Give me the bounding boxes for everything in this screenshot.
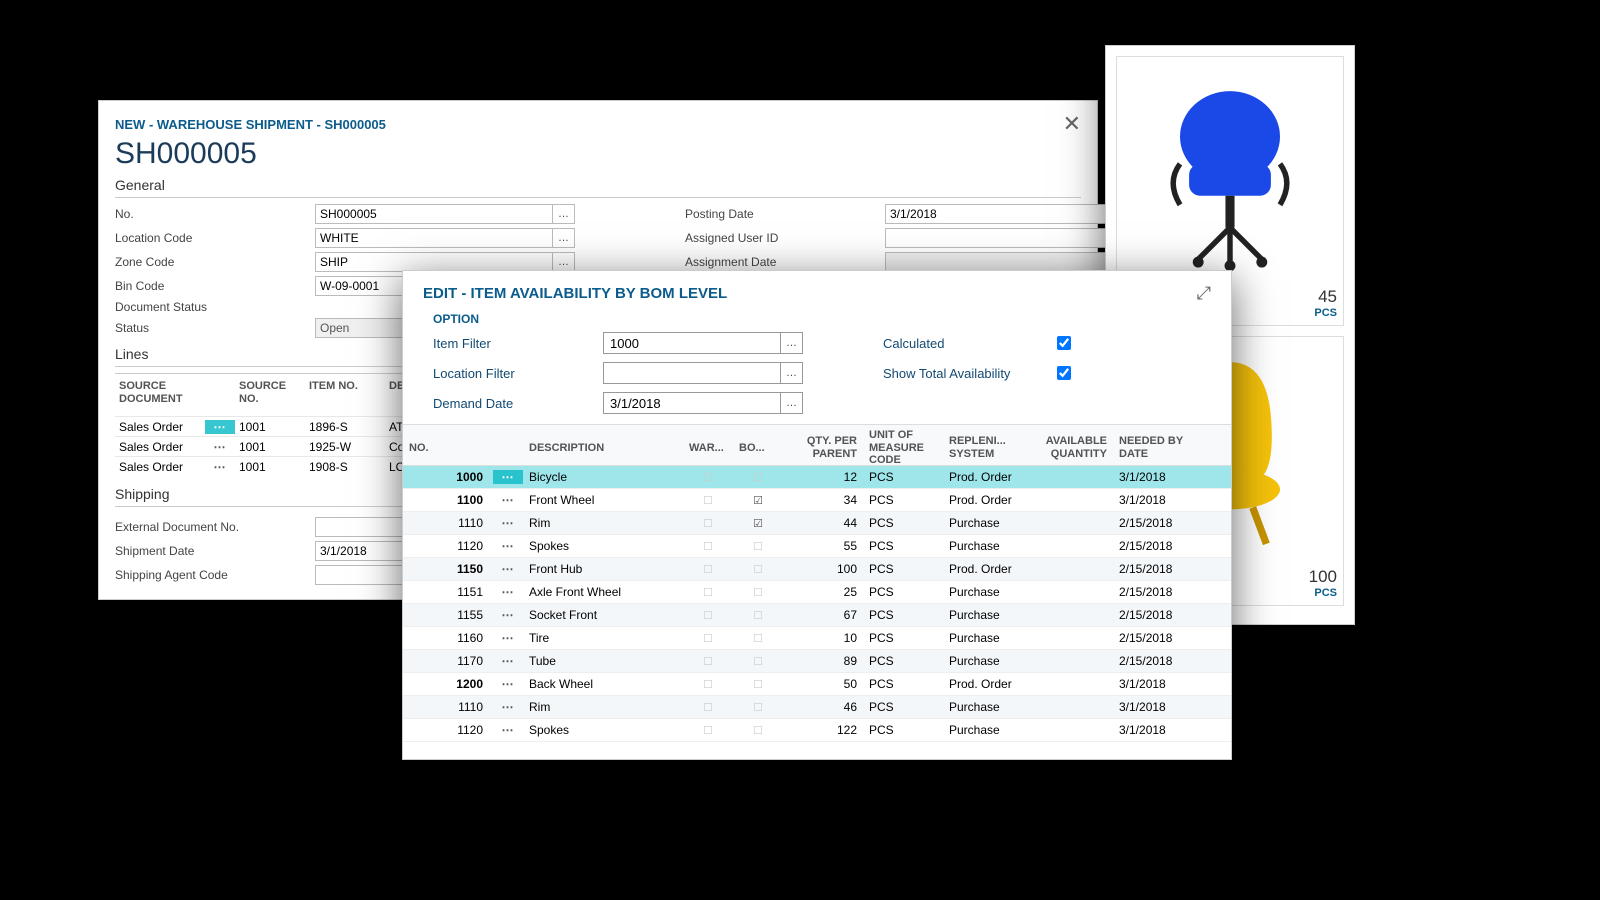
row-menu-icon[interactable]: ⋯: [493, 539, 523, 553]
lookup-icon[interactable]: …: [781, 392, 803, 414]
label-bin: Bin Code: [115, 279, 315, 293]
label-docstatus: Document Status: [115, 300, 315, 314]
bom-header-row: NO. DESCRIPTION WAR... BO... QTY. PER PA…: [403, 424, 1231, 466]
lookup-icon[interactable]: …: [553, 228, 575, 248]
label-location-filter: Location Filter: [433, 366, 603, 381]
section-general: General: [99, 177, 1097, 195]
bom-row[interactable]: 1200 ⋯ Back Wheel 50 PCS Prod. Order 3/1…: [403, 673, 1231, 696]
checkbox-calculated[interactable]: [1057, 336, 1071, 350]
row-menu-icon[interactable]: ⋯: [493, 585, 523, 599]
bom-row[interactable]: 1120 ⋯ Spokes 55 PCS Purchase 2/15/2018: [403, 535, 1231, 558]
label-location: Location Code: [115, 231, 315, 245]
option-head: OPTION: [403, 312, 1231, 326]
label-calculated: Calculated: [883, 336, 1053, 351]
bom-caption: EDIT - ITEM AVAILABILITY BY BOM LEVEL: [423, 285, 727, 302]
label-no: No.: [115, 207, 315, 221]
bom-availability-window: EDIT - ITEM AVAILABILITY BY BOM LEVEL ⤢ …: [402, 270, 1232, 760]
close-icon[interactable]: ✕: [1063, 111, 1081, 137]
bom-row[interactable]: 1120 ⋯ Spokes 122 PCS Purchase 3/1/2018: [403, 719, 1231, 742]
shipment-title: SH000005: [99, 137, 1097, 177]
input-item-filter[interactable]: [603, 332, 781, 354]
expand-icon[interactable]: ⤢: [1197, 283, 1211, 304]
row-menu-icon[interactable]: ⋯: [205, 440, 235, 454]
label-posting: Posting Date: [685, 207, 885, 221]
label-assigneduser: Assigned User ID: [685, 231, 885, 245]
bom-row[interactable]: 1160 ⋯ Tire 10 PCS Purchase 2/15/2018: [403, 627, 1231, 650]
bom-row[interactable]: 1110 ⋯ Rim 46 PCS Purchase 3/1/2018: [403, 696, 1231, 719]
bom-row[interactable]: 1170 ⋯ Tube 89 PCS Purchase 2/15/2018: [403, 650, 1231, 673]
lookup-icon[interactable]: …: [781, 332, 803, 354]
product-unit: PCS: [1309, 587, 1337, 599]
row-menu-icon[interactable]: ⋯: [205, 460, 235, 474]
product-image: [1123, 63, 1337, 283]
label-item-filter: Item Filter: [433, 336, 603, 351]
row-menu-icon[interactable]: ⋯: [493, 493, 523, 507]
bom-row[interactable]: 1155 ⋯ Socket Front 67 PCS Purchase 2/15…: [403, 604, 1231, 627]
label-status: Status: [115, 321, 315, 335]
bom-row[interactable]: 1110 ⋯ Rim 44 PCS Purchase 2/15/2018: [403, 512, 1231, 535]
shipment-caption: NEW - WAREHOUSE SHIPMENT - SH000005: [115, 117, 386, 132]
row-menu-icon[interactable]: ⋯: [493, 631, 523, 645]
label-assigndate: Assignment Date: [685, 255, 885, 269]
product-unit: PCS: [1314, 307, 1337, 319]
row-menu-icon[interactable]: ⋯: [205, 420, 235, 434]
row-menu-icon[interactable]: ⋯: [493, 654, 523, 668]
row-menu-icon[interactable]: ⋯: [493, 723, 523, 737]
label-extdoc: External Document No.: [115, 520, 315, 534]
row-menu-icon[interactable]: ⋯: [493, 700, 523, 714]
label-shipdate: Shipment Date: [115, 544, 315, 558]
label-zone: Zone Code: [115, 255, 315, 269]
bom-row[interactable]: 1000 ⋯ Bicycle 12 PCS Prod. Order 3/1/20…: [403, 466, 1231, 489]
bom-row[interactable]: 1100 ⋯ Front Wheel 34 PCS Prod. Order 3/…: [403, 489, 1231, 512]
input-location-filter[interactable]: [603, 362, 781, 384]
product-qty: 45: [1314, 287, 1337, 307]
input-location[interactable]: [315, 228, 553, 248]
product-qty: 100: [1309, 567, 1337, 587]
label-agent: Shipping Agent Code: [115, 568, 315, 582]
lookup-icon[interactable]: …: [781, 362, 803, 384]
bom-row[interactable]: 1150 ⋯ Front Hub 100 PCS Prod. Order 2/1…: [403, 558, 1231, 581]
label-demand-date: Demand Date: [433, 396, 603, 411]
input-assigneduser[interactable]: [885, 228, 1123, 248]
input-demand-date[interactable]: [603, 392, 781, 414]
row-menu-icon[interactable]: ⋯: [493, 608, 523, 622]
lookup-icon[interactable]: …: [553, 204, 575, 224]
label-show-total: Show Total Availability: [883, 366, 1053, 381]
row-menu-icon[interactable]: ⋯: [493, 562, 523, 576]
checkbox-show-total[interactable]: [1057, 366, 1071, 380]
lookup-icon[interactable]: …: [553, 252, 575, 272]
bom-row[interactable]: 1151 ⋯ Axle Front Wheel 25 PCS Purchase …: [403, 581, 1231, 604]
input-no[interactable]: [315, 204, 553, 224]
input-posting[interactable]: [885, 204, 1123, 224]
row-menu-icon[interactable]: ⋯: [493, 470, 523, 484]
input-zone[interactable]: [315, 252, 553, 272]
row-menu-icon[interactable]: ⋯: [493, 516, 523, 530]
row-menu-icon[interactable]: ⋯: [493, 677, 523, 691]
